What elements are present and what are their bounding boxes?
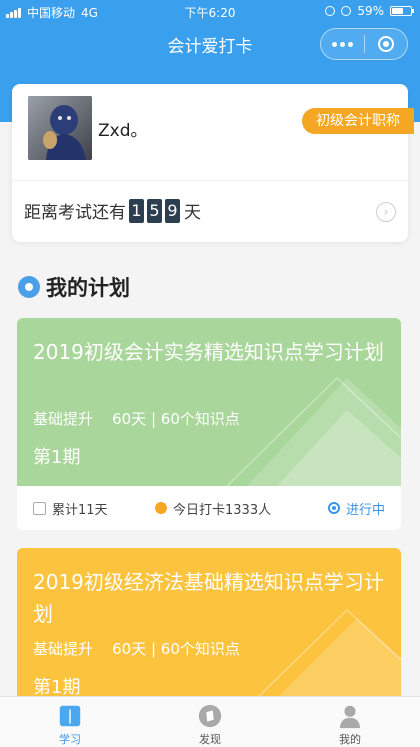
- plan-banner: 2019初级经济法基础精选知识点学习计划 基础提升 60天 | 60个知识点 第…: [17, 548, 401, 708]
- plan-banner: 2019初级会计实务精选知识点学习计划 基础提升 60天 | 60个知识点 第1…: [17, 318, 401, 486]
- plan-total-days: 累计11天: [52, 502, 108, 518]
- plan-today-checkins: 今日打卡1333人: [173, 502, 272, 518]
- battery-percent: 59%: [357, 4, 384, 18]
- battery-icon: [390, 6, 414, 16]
- plan-period: 第1期: [33, 447, 81, 468]
- plan-title: 2019初级经济法基础精选知识点学习计划: [33, 570, 384, 626]
- calendar-icon: [33, 501, 46, 515]
- plan-icon: [18, 276, 40, 298]
- tab-bar: 学习 发现 我的: [0, 696, 420, 747]
- tab-label: 我的: [339, 733, 361, 746]
- chevron-right-icon[interactable]: ›: [376, 202, 396, 222]
- countdown-digit: 1: [129, 198, 144, 223]
- tab-study[interactable]: 学习: [0, 697, 140, 747]
- compass-icon: [198, 704, 222, 728]
- avatar[interactable]: [28, 96, 92, 160]
- miniprogram-capsule: [320, 28, 408, 60]
- profile-card: Zxd。 初级会计职称 距离考试还有 1 5 9 天 ›: [12, 84, 414, 242]
- checkin-icon: [155, 502, 167, 514]
- card-divider: [12, 180, 408, 181]
- plan-title: 2019初级会计实务精选知识点学习计划: [33, 340, 384, 364]
- tab-label: 发现: [199, 733, 221, 746]
- username: Zxd。: [98, 121, 148, 141]
- plan-duration: 60天 | 60个知识点: [112, 640, 240, 658]
- close-target-icon[interactable]: [364, 36, 407, 52]
- alarm-icon: [341, 6, 352, 16]
- tab-mine[interactable]: 我的: [280, 697, 420, 747]
- section-header: 我的计划: [18, 272, 130, 302]
- more-menu-icon[interactable]: [321, 41, 364, 47]
- navigation-bar: 会计爱打卡: [0, 22, 420, 66]
- countdown-prefix: 距离考试还有: [24, 203, 126, 223]
- status-icon: [327, 502, 340, 514]
- exam-badge[interactable]: 初级会计职称: [302, 108, 414, 134]
- plan-status: 进行中: [345, 502, 385, 518]
- exam-countdown: 距离考试还有 1 5 9 天: [24, 198, 201, 223]
- plan-level: 基础提升: [33, 640, 94, 658]
- status-bar: 中国移动 4G 下午6:20 59%: [0, 0, 420, 22]
- person-icon: [339, 705, 361, 729]
- section-title: 我的计划: [46, 276, 130, 300]
- plan-footer: 累计11天 今日打卡1333人 进行中: [17, 486, 401, 530]
- countdown-suffix: 天: [184, 203, 201, 223]
- plan-meta: 基础提升 60天 | 60个知识点: [33, 638, 240, 659]
- plan-card[interactable]: 2019初级会计实务精选知识点学习计划 基础提升 60天 | 60个知识点 第1…: [17, 318, 401, 530]
- book-icon: [59, 705, 81, 727]
- plan-level: 基础提升: [33, 410, 94, 428]
- plan-card[interactable]: 2019初级经济法基础精选知识点学习计划 基础提升 60天 | 60个知识点 第…: [17, 548, 401, 708]
- countdown-digit: 5: [147, 198, 162, 223]
- tab-label: 学习: [59, 733, 81, 746]
- tab-discover[interactable]: 发现: [140, 697, 280, 747]
- plan-meta: 基础提升 60天 | 60个知识点: [33, 408, 240, 429]
- location-icon: [325, 6, 336, 16]
- plan-duration: 60天 | 60个知识点: [112, 410, 240, 428]
- countdown-digit: 9: [165, 198, 180, 223]
